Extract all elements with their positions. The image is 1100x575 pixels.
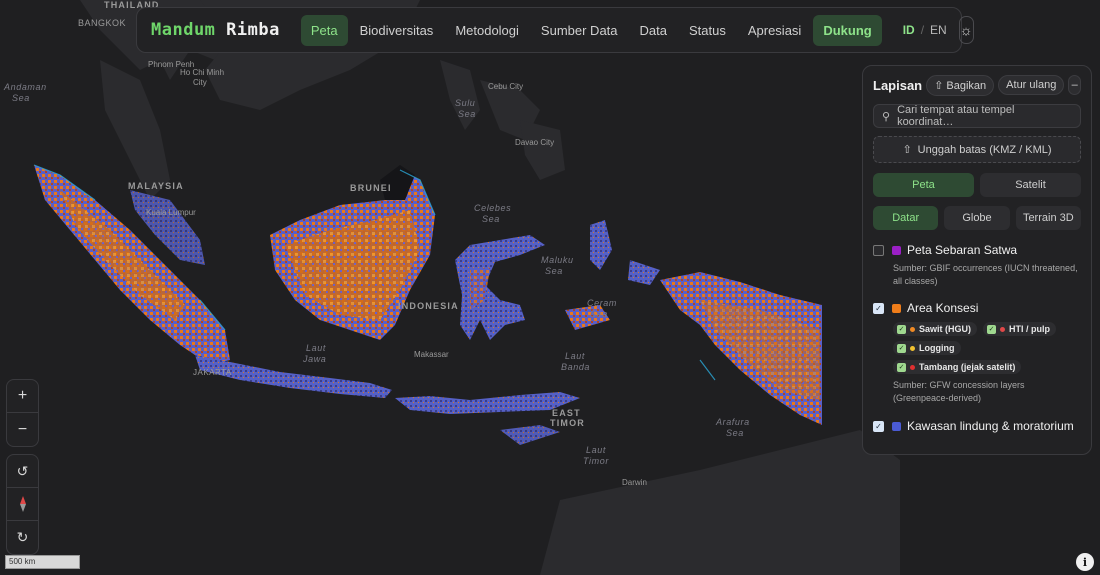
nav-metodologi[interactable]: Metodologi <box>445 15 529 46</box>
basemap-switch: Peta Satelit <box>873 173 1081 197</box>
basemap-peta-button[interactable]: Peta <box>873 173 974 197</box>
lang-separator: / <box>920 23 925 37</box>
scale-bar: 500 km <box>5 555 80 569</box>
layer-swatch <box>892 421 901 431</box>
top-navigation: Mandum Rimba Peta Biodiversitas Metodolo… <box>136 7 974 53</box>
theme-toggle-button[interactable]: ☼ <box>958 16 974 44</box>
nav-sumber-data[interactable]: Sumber Data <box>531 15 628 46</box>
sublayer-label: HTI / pulp <box>1009 324 1051 334</box>
checkbox-icon: ✓ <box>897 343 906 353</box>
layers-title: Lapisan <box>873 77 923 93</box>
place-search-input[interactable]: ⚲ Cari tempat atau tempel koordinat… <box>873 104 1081 128</box>
zoom-in-button[interactable]: + <box>7 380 38 413</box>
sun-icon: ☼ <box>959 22 973 38</box>
compass-button[interactable] <box>7 488 38 521</box>
search-placeholder: Cari tempat atau tempel koordinat… <box>897 104 1015 128</box>
sublayer-sawit[interactable]: ✓ Sawit (HGU) <box>893 322 978 336</box>
layer-area-konsesi-checkbox[interactable]: ✓ <box>873 302 884 314</box>
share-label: Bagikan <box>946 79 987 92</box>
reset-button[interactable]: Atur ulang <box>998 75 1065 95</box>
basemap-satelit-button[interactable]: Satelit <box>980 173 1081 197</box>
zoom-out-button[interactable]: − <box>7 413 38 446</box>
layer-area-konsesi[interactable]: ✓ Area Konsesi <box>873 301 1081 315</box>
layer-name: Kawasan lindung & moratorium <box>907 419 1074 433</box>
sublayer-label: Logging <box>919 343 955 353</box>
view-terrain-3d-button[interactable]: Terrain 3D <box>1015 206 1081 230</box>
layer-sebaran-satwa[interactable]: Peta Sebaran Satwa <box>873 243 1081 257</box>
upload-label: Unggah batas (KMZ / KML) <box>917 143 1052 156</box>
nav-biodiversitas[interactable]: Biodiversitas <box>350 15 444 46</box>
layer-sebaran-satwa-checkbox[interactable] <box>873 244 884 256</box>
view-datar-button[interactable]: Datar <box>873 206 939 230</box>
checkbox-icon: ✓ <box>897 362 906 372</box>
zoom-controls: + − <box>6 379 39 447</box>
layer-swatch <box>892 303 901 313</box>
rotate-left-button[interactable]: ↺ <box>7 455 38 488</box>
nav-apresiasi[interactable]: Apresiasi <box>738 15 811 46</box>
lang-id-button[interactable]: ID <box>899 19 919 41</box>
upload-icon: ⇧ <box>902 144 912 156</box>
nav-peta[interactable]: Peta <box>300 14 348 46</box>
nav-status[interactable]: Status <box>679 15 736 46</box>
sublayer-dot <box>1000 326 1006 332</box>
layer-name: Peta Sebaran Satwa <box>907 243 1018 257</box>
lang-en-button[interactable]: EN <box>926 19 951 41</box>
share-icon: ⇧ <box>934 79 947 92</box>
checkbox-icon: ✓ <box>897 324 906 334</box>
sublayer-dot <box>910 326 915 332</box>
upload-boundary-button[interactable]: ⇧ Unggah batas (KMZ / KML) <box>873 136 1081 163</box>
konsesi-sublayers: ✓ Sawit (HGU) ✓ HTI / pulp ✓ Logging ✓ T… <box>893 322 1081 374</box>
rotate-right-button[interactable]: ↻ <box>7 521 38 554</box>
brand-part-1: Mandum <box>151 20 216 40</box>
sublayer-hti[interactable]: ✓ HTI / pulp <box>983 322 1057 336</box>
sublayer-tambang[interactable]: ✓ Tambang (jejak satelit) <box>893 360 1022 374</box>
layer-swatch <box>892 245 901 255</box>
rotation-controls: ↺ ↻ <box>6 454 39 555</box>
sublayer-logging[interactable]: ✓ Logging <box>893 341 961 355</box>
land-masses <box>80 0 900 575</box>
view-mode-switch: Datar Globe Terrain 3D <box>873 206 1081 230</box>
sublayer-label: Sawit (HGU) <box>919 324 972 334</box>
layer-kawasan-lindung[interactable]: ✓ Kawasan lindung & moratorium <box>873 419 1081 433</box>
brand-logo[interactable]: Mandum Rimba <box>151 20 280 40</box>
collapse-panel-button[interactable]: – <box>1068 75 1081 95</box>
brand-part-2: Rimba <box>226 20 280 40</box>
sublayer-dot <box>910 345 915 351</box>
nav-data[interactable]: Data <box>630 15 677 46</box>
search-icon: ⚲ <box>882 110 891 123</box>
layer-kawasan-lindung-checkbox[interactable]: ✓ <box>873 420 884 432</box>
sublayer-dot <box>910 364 915 370</box>
view-globe-button[interactable]: Globe <box>944 206 1010 230</box>
layer-source: Sumber: GBIF occurrences (IUCN threatene… <box>893 263 1078 286</box>
sublayer-label: Tambang (jejak satelit) <box>919 362 1016 372</box>
layer-source: Sumber: GFW concession layers (Greenpeac… <box>893 380 1025 403</box>
share-button[interactable]: ⇧ Bagikan <box>926 74 995 96</box>
checkbox-icon: ✓ <box>987 324 997 334</box>
nav-dukung-button[interactable]: Dukung <box>813 14 882 46</box>
layers-panel: Lapisan ⇧ Bagikan Atur ulang – ⚲ Cari te… <box>862 65 1092 455</box>
island-java <box>195 355 392 398</box>
island-sulawesi <box>455 235 545 340</box>
compass-icon <box>19 496 26 512</box>
info-icon[interactable]: i <box>1076 553 1094 571</box>
layer-name: Area Konsesi <box>907 301 979 315</box>
